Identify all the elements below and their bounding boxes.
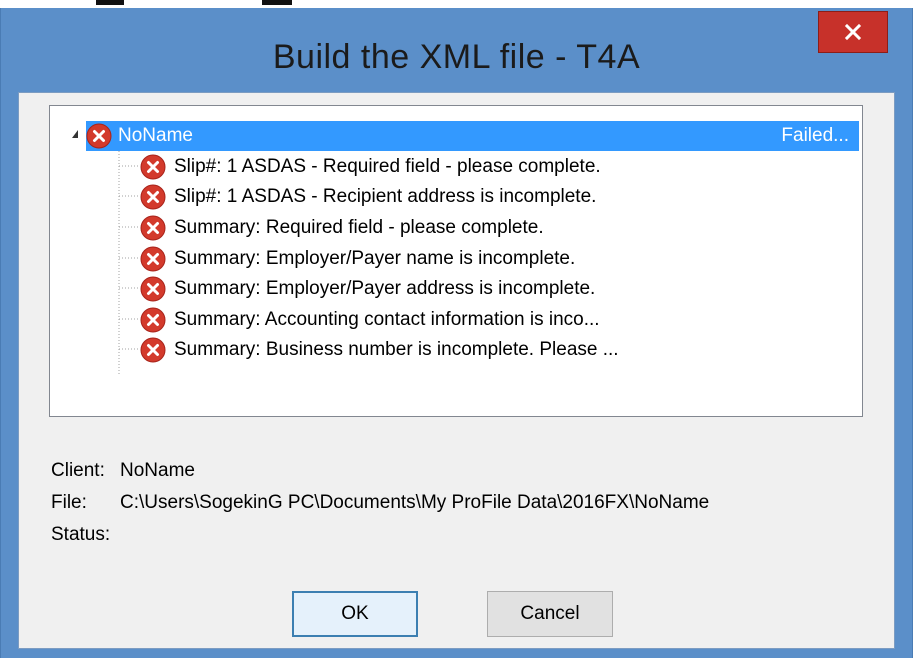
status-label: Status:: [51, 524, 111, 545]
error-icon: [140, 184, 166, 210]
error-icon: [86, 123, 112, 149]
results-tree[interactable]: NoName Failed... Slip#: 1 ASDAS - Requir…: [49, 105, 863, 417]
client-label: Client:: [51, 460, 105, 481]
tree-item-label: Slip#: 1 ASDAS - Recipient address is in…: [174, 186, 597, 207]
background-fragment: [96, 0, 124, 5]
file-row: File: C:\Users\SogekinG PC\Documents\My …: [51, 487, 845, 519]
cancel-button[interactable]: Cancel: [487, 591, 613, 637]
background-fragment: [262, 0, 292, 5]
title-bar[interactable]: Build the XML file - T4A: [1, 8, 912, 94]
tree-item[interactable]: Slip#: 1 ASDAS - Recipient address is in…: [140, 182, 596, 212]
details-panel: Client: NoName File: C:\Users\SogekinG P…: [51, 455, 845, 551]
tree-item[interactable]: Slip#: 1 ASDAS - Required field - please…: [140, 152, 601, 182]
dialog-title: Build the XML file - T4A: [272, 38, 641, 76]
tree-item[interactable]: Summary: Employer/Payer name is incomple…: [140, 244, 575, 274]
file-label: File:: [51, 492, 87, 513]
close-button[interactable]: [818, 11, 888, 53]
error-icon: [140, 307, 166, 333]
client-value: NoName: [120, 460, 195, 481]
tree-item-label: Slip#: 1 ASDAS - Required field - please…: [174, 156, 601, 177]
error-icon: [140, 337, 166, 363]
error-icon: [140, 246, 166, 272]
tree-root-status: Failed...: [781, 125, 849, 146]
error-icon: [140, 215, 166, 241]
tree-item-label: Summary: Business number is incomplete. …: [174, 339, 619, 360]
dialog-body: NoName Failed... Slip#: 1 ASDAS - Requir…: [18, 92, 895, 649]
error-icon: [140, 276, 166, 302]
tree-root-item[interactable]: NoName Failed...: [86, 121, 859, 151]
status-row: Status:: [51, 519, 845, 551]
file-path-value: C:\Users\SogekinG PC\Documents\My ProFil…: [120, 492, 710, 513]
close-icon: [844, 23, 862, 41]
tree-root-label: NoName: [118, 125, 193, 146]
collapse-triangle-icon[interactable]: [72, 130, 78, 138]
dialog-window: Build the XML file - T4A NoName Failed..…: [0, 8, 913, 658]
error-icon: [140, 154, 166, 180]
tree-item[interactable]: Summary: Required field - please complet…: [140, 213, 544, 243]
tree-item-label: Summary: Employer/Payer name is incomple…: [174, 248, 576, 269]
tree-item-label: Summary: Required field - please complet…: [174, 217, 544, 238]
tree-item[interactable]: Summary: Accounting contact information …: [140, 305, 600, 335]
tree-item-label: Summary: Employer/Payer address is incom…: [174, 278, 596, 299]
tree-item[interactable]: Summary: Employer/Payer address is incom…: [140, 274, 595, 304]
ok-button[interactable]: OK: [292, 591, 418, 637]
client-row: Client: NoName: [51, 455, 845, 487]
tree-item-label: Summary: Accounting contact information …: [174, 309, 600, 330]
tree-item[interactable]: Summary: Business number is incomplete. …: [140, 335, 619, 365]
